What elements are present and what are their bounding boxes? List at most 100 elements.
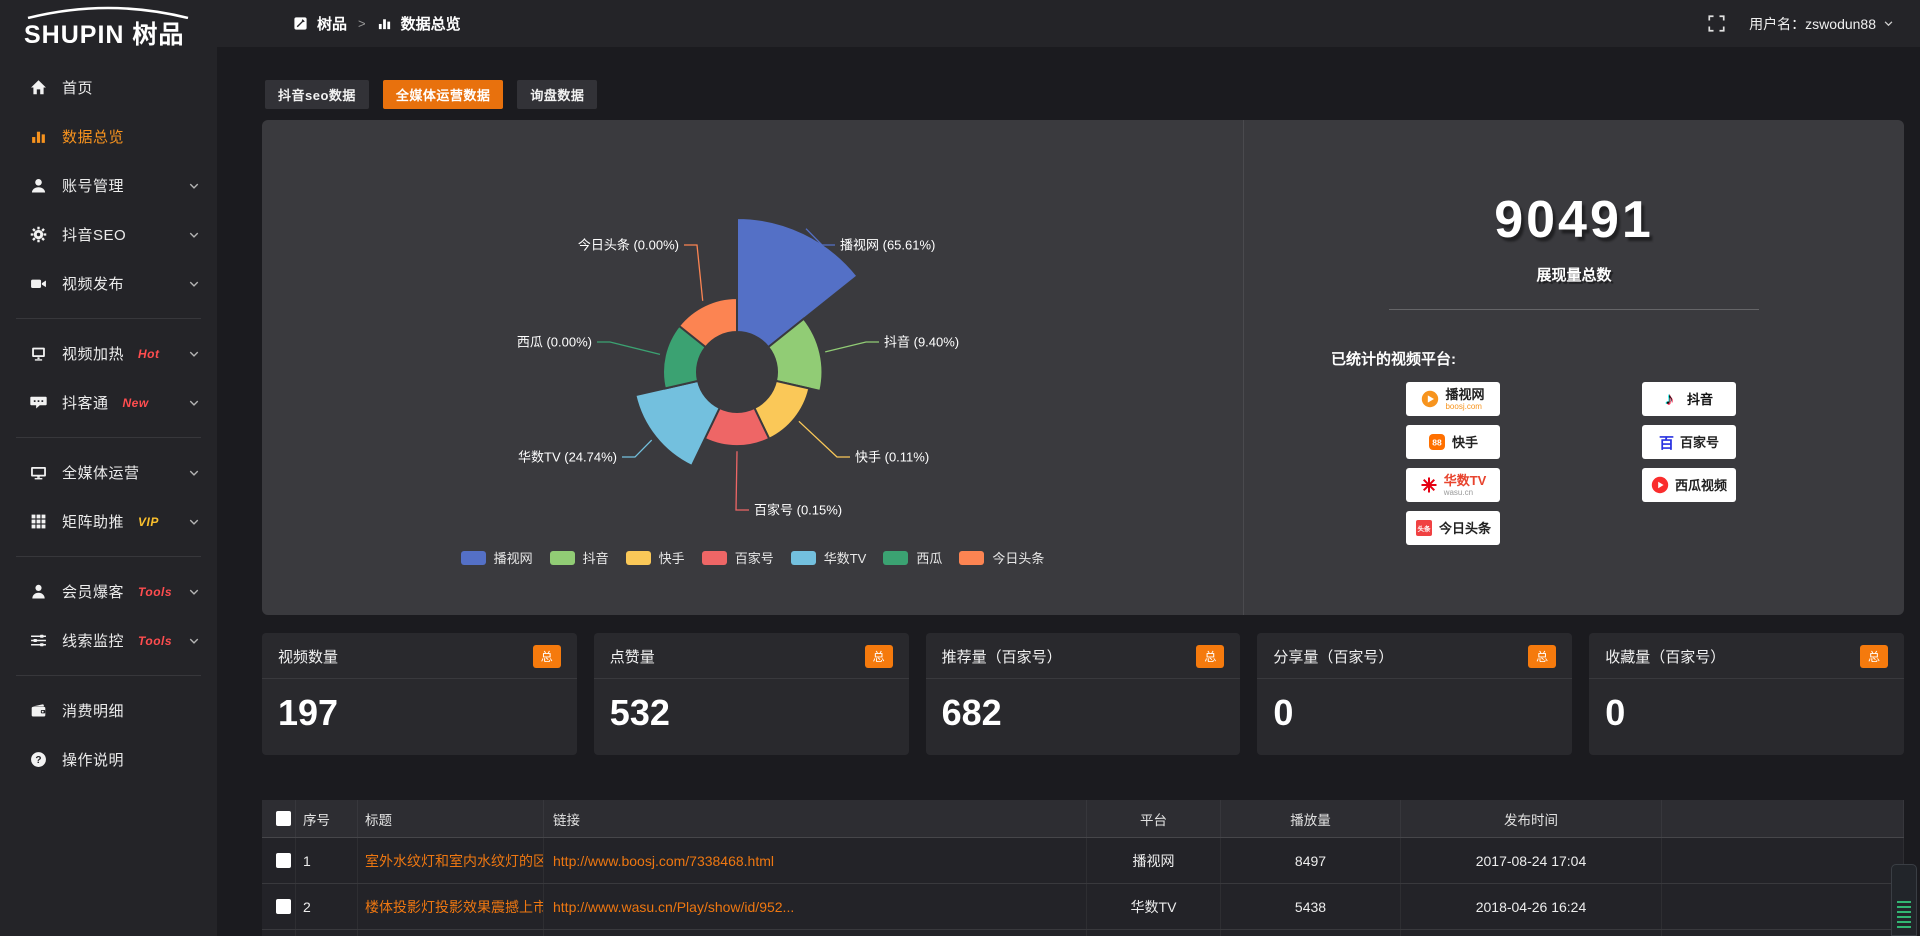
sidebar-item-douyin-seo[interactable]: 抖音SEO (0, 210, 217, 259)
legend-item-快手[interactable]: 快手 (626, 548, 685, 567)
table-row: 2 楼体投影灯投影效果震撼上市 http://www.wasu.cn/Play/… (262, 884, 1904, 930)
legend-label: 华数TV (824, 548, 867, 567)
chevron-down-icon (188, 278, 200, 290)
cell-platform: 播视网 (1087, 838, 1221, 883)
stat-card-value: 0 (1257, 679, 1572, 747)
floating-widget[interactable] (1891, 864, 1917, 936)
cell-index: 1 (296, 838, 358, 883)
cell-index: 2 (296, 884, 358, 929)
legend-item-抖音[interactable]: 抖音 (550, 548, 609, 567)
col-time: 发布时间 (1401, 800, 1662, 837)
tab-0[interactable]: 抖音seo数据 (265, 80, 369, 109)
legend-swatch (883, 551, 908, 565)
stat-card-label: 视频数量 (278, 646, 338, 667)
breadcrumb-root[interactable]: 树品 (317, 13, 347, 34)
cell-url-link[interactable]: http://www.wasu.cn/Play/show/id/952... (544, 884, 1087, 929)
label-line (736, 451, 749, 510)
sidebar-item-help-guide[interactable]: ? 操作说明 (0, 735, 217, 784)
stat-card-0: 视频数量 总 197 (262, 633, 577, 755)
col-title: 标题 (358, 800, 544, 837)
logo-text: SHUPIN 树品 (24, 15, 184, 51)
data-tabs: 抖音seo数据全媒体运营数据询盘数据 (265, 80, 597, 109)
legend-item-百家号[interactable]: 百家号 (702, 548, 774, 567)
stat-card-label: 推荐量（百家号） (942, 646, 1062, 667)
rose-pie-chart[interactable]: 播视网 (65.61%)抖音 (9.40%)快手 (0.11%)百家号 (0.1… (262, 120, 1243, 615)
fullscreen-icon[interactable] (1708, 15, 1725, 32)
stat-cards: 视频数量 总 197 点赞量 总 532 推荐量（百家号） 总 682 分享量（… (262, 633, 1904, 755)
overview-panel: 播视网 (65.61%)抖音 (9.40%)快手 (0.11%)百家号 (0.1… (262, 120, 1904, 615)
stat-card-label: 收藏量（百家号） (1605, 646, 1725, 667)
total-badge: 总 (533, 645, 561, 668)
legend-swatch (791, 551, 816, 565)
stat-card-1: 点赞量 总 532 (594, 633, 909, 755)
cell-plays: 8497 (1221, 838, 1401, 883)
cell-title-link[interactable]: 楼体投影灯投影效果震撼上市 (358, 884, 544, 929)
sidebar-item-media-operation[interactable]: 全媒体运营 (0, 448, 217, 497)
legend-label: 抖音 (583, 548, 609, 567)
legend-item-播视网[interactable]: 播视网 (461, 548, 533, 567)
kuaishou-icon: 88 (1428, 433, 1446, 451)
bar-chart-icon (377, 16, 392, 31)
sidebar-item-matrix-boost[interactable]: 矩阵助推 VIP (0, 497, 217, 546)
sidebar-divider (16, 437, 201, 438)
legend-item-西瓜[interactable]: 西瓜 (883, 548, 942, 567)
sidebar-item-video-publish[interactable]: 视频发布 (0, 259, 217, 308)
pie-label: 快手 (0.11%) (855, 450, 929, 465)
legend-swatch (550, 551, 575, 565)
sidebar-divider (16, 675, 201, 676)
chevron-down-icon (188, 397, 200, 409)
sidebar-item-account-manage[interactable]: 账号管理 (0, 161, 217, 210)
legend-item-今日头条[interactable]: 今日头条 (959, 548, 1044, 567)
sidebar-item-leads-monitor[interactable]: 线索监控 Tools (0, 616, 217, 665)
total-badge: 总 (865, 645, 893, 668)
sidebar-item-video-heat[interactable]: 视频加热 Hot (0, 329, 217, 378)
sidebar-divider (16, 556, 201, 557)
total-impressions-value: 90491 (1244, 190, 1904, 250)
pie-label: 抖音 (9.40%) (884, 335, 959, 350)
legend-item-华数TV[interactable]: 华数TV (791, 548, 867, 567)
monitor-icon (30, 464, 47, 481)
platform-name: 华数TV (1444, 474, 1487, 487)
chat-icon (30, 394, 47, 411)
platform-badge-华数TV: 华数TV wasu.cn (1406, 468, 1500, 502)
legend-swatch (626, 551, 651, 565)
legend-label: 西瓜 (916, 548, 942, 567)
platform-badge-抖音: ♪♪♪ 抖音 (1642, 382, 1736, 416)
total-badge: 总 (1528, 645, 1556, 668)
user-menu[interactable]: 用户名：zswodun88 (1749, 14, 1894, 34)
chevron-down-icon (188, 467, 200, 479)
platform-sub: wasu.cn (1444, 489, 1473, 497)
chart-legend: 播视网 抖音 快手 百家号 华数TV 西瓜 今日头条 (262, 548, 1243, 567)
label-line (597, 342, 660, 354)
doc-icon (293, 16, 308, 31)
select-all-checkbox[interactable] (276, 811, 291, 826)
tab-2[interactable]: 询盘数据 (517, 80, 597, 109)
sidebar-item-consume-detail[interactable]: 消费明细 (0, 686, 217, 735)
legend-label: 快手 (659, 548, 685, 567)
platform-name: 百家号 (1680, 436, 1719, 449)
sidebar-divider (16, 318, 201, 319)
breadcrumb: 树品 > 数据总览 (293, 0, 461, 47)
legend-swatch (461, 551, 486, 565)
cell-title-link[interactable]: 室外水纹灯和室内水纹灯的区别和简介 (358, 838, 544, 883)
table-row-partial (262, 930, 1904, 936)
sidebar-item-member-baoke[interactable]: 会员爆客 Tools (0, 567, 217, 616)
pie-slice-华数TV[interactable] (635, 381, 719, 466)
label-line (622, 440, 652, 457)
cell-url-link[interactable]: http://www.boosj.com/7338468.html (544, 838, 1087, 883)
topbar-right: 用户名：zswodun88 (1708, 0, 1894, 47)
stat-card-2: 推荐量（百家号） 总 682 (926, 633, 1241, 755)
sidebar-item-douketong[interactable]: 抖客通 New (0, 378, 217, 427)
row-checkbox[interactable] (276, 899, 291, 914)
widget-stripes (1897, 901, 1911, 929)
col-plays: 播放量 (1221, 800, 1401, 837)
stat-card-value: 682 (926, 679, 1241, 747)
sidebar-item-home[interactable]: 首页 (0, 63, 217, 112)
tab-1[interactable]: 全媒体运营数据 (383, 80, 504, 109)
chevron-down-icon (188, 348, 200, 360)
boosj-icon (1421, 390, 1439, 408)
app-logo: SHUPIN 树品 (22, 5, 202, 45)
sidebar-item-data-overview[interactable]: 数据总览 (0, 112, 217, 161)
row-checkbox[interactable] (276, 853, 291, 868)
col-index: 序号 (296, 800, 358, 837)
